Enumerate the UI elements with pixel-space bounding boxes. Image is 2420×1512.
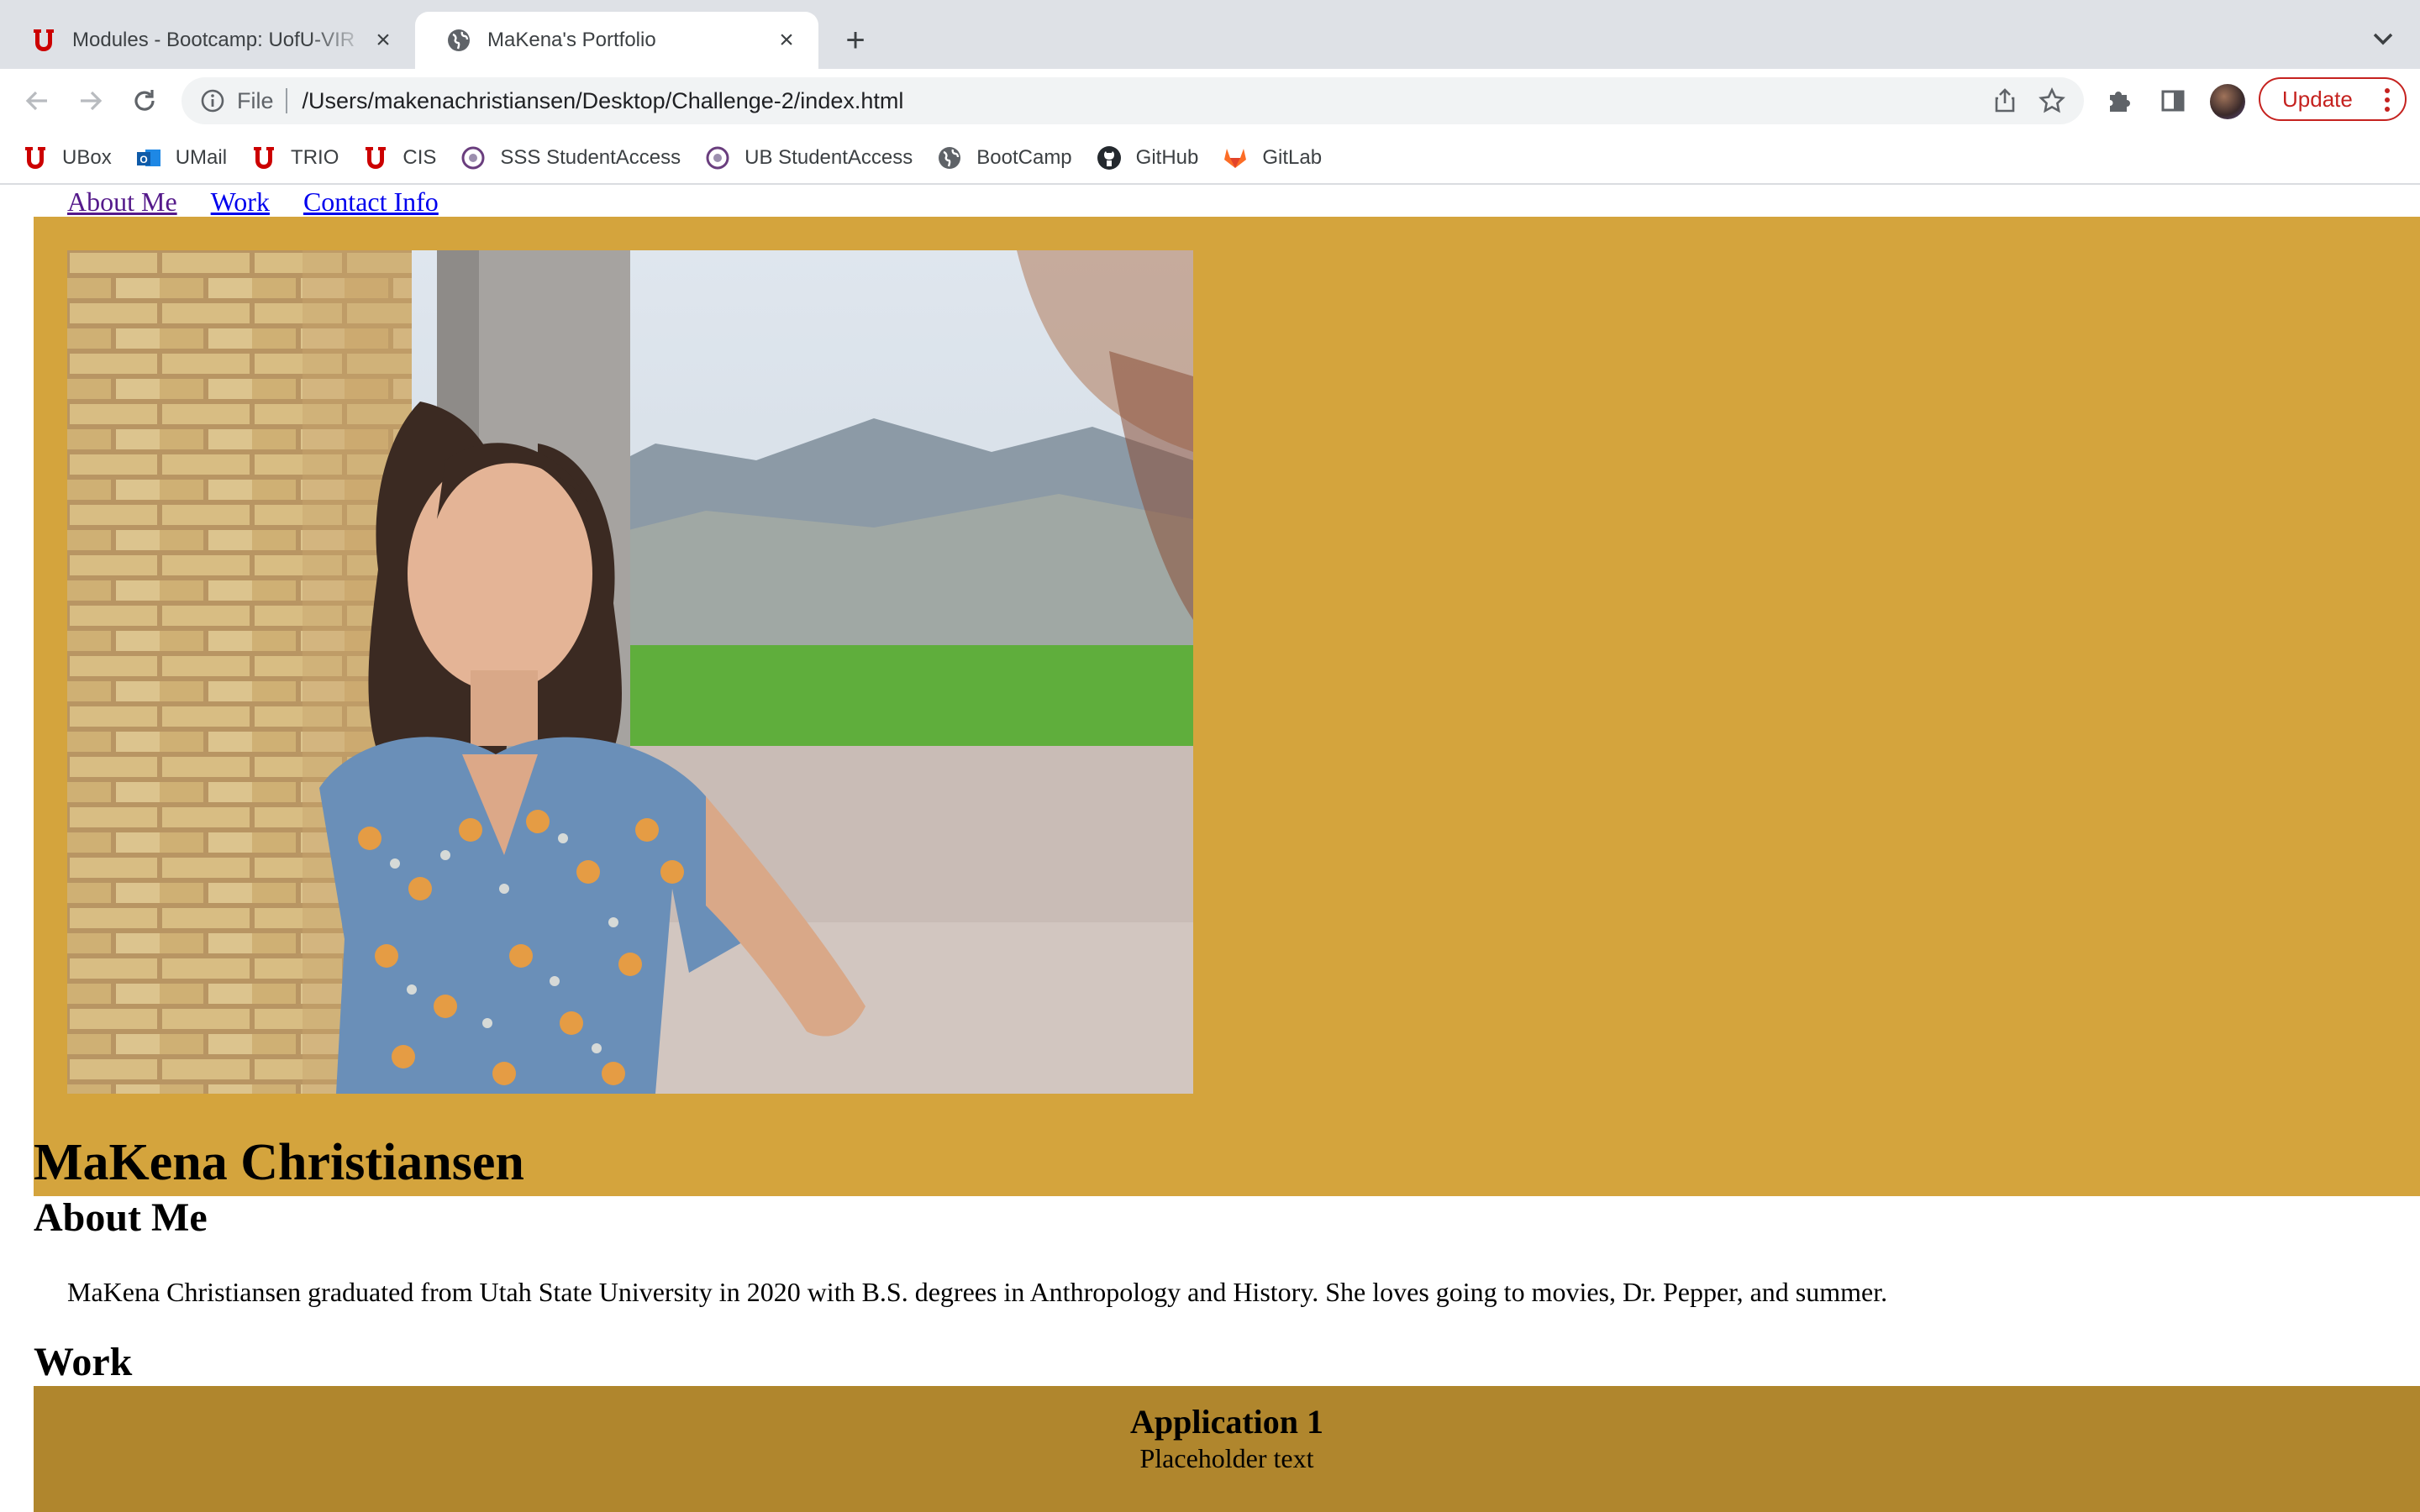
chevron-down-icon[interactable] [2365,20,2402,57]
bookmark-label: UB StudentAccess [744,146,913,169]
forward-arrow-icon [81,91,103,111]
site-nav: About Me Work Contact Info [67,185,439,217]
update-button[interactable]: Update [2259,77,2407,121]
info-icon[interactable] [200,88,225,113]
work-heading: Work [34,1340,133,1384]
bookmark-label: CIS [402,146,437,169]
about-heading: About Me [34,1195,208,1240]
nav-link-contact-info[interactable]: Contact Info [303,185,439,217]
github-icon [1097,146,1121,170]
site-title: MaKena Christiansen [34,1134,524,1191]
hero-header: MaKena Christiansen [34,217,2420,1196]
share-icon[interactable] [1990,86,2020,116]
globe-icon [448,29,470,51]
divider [285,88,287,113]
gitlab-icon [1224,149,1247,168]
profile-avatar[interactable] [2210,84,2245,119]
bookmark-label: SSS StudentAccess [500,146,681,169]
bookmark-label: TRIO [291,146,339,169]
toolbar: File /Users/makenachristiansen/Desktop/C… [0,69,2420,133]
close-icon[interactable]: × [368,25,398,55]
globe-icon [939,147,961,169]
back-arrow-icon [25,91,47,111]
utah-u-icon [25,147,45,169]
tab-title: Modules - Bootcamp: UofU-VIR [72,29,355,51]
more-vert-icon[interactable] [2383,86,2391,114]
bookmark-github[interactable]: GitHub [1096,144,1199,171]
about-paragraph: MaKena Christiansen graduated from Utah … [67,1277,1888,1307]
bookmark-label: UBox [62,146,112,169]
tab-title: MaKena's Portfolio [487,29,656,51]
scheme-label: File [237,87,274,113]
back-button[interactable] [17,81,57,121]
utah-u-icon [254,147,275,169]
bookmark-cis[interactable]: CIS [362,144,436,171]
bookmarks-bar: UBox O UMail TRIO CIS SSS StudentAccess … [0,133,2420,185]
bookmark-label: UMail [175,146,228,169]
studentaccess-icon [461,146,485,170]
work-card-title: Application 1 [1129,1403,1324,1441]
forward-button[interactable] [71,81,111,121]
work-card-text: Placeholder text [1139,1443,1314,1473]
bookmark-ub-studentaccess[interactable]: UB StudentAccess [704,144,913,171]
tab-strip: Modules - Bootcamp: UofU-VIR × MaKena's … [0,0,2420,69]
star-icon[interactable] [2037,86,2067,116]
utah-u-icon [34,29,54,51]
svg-text:O: O [139,154,147,165]
profile-photo [67,250,1193,1094]
bookmark-sss-studentaccess[interactable]: SSS StudentAccess [460,144,681,171]
utah-u-icon [366,147,387,169]
extensions-puzzle-icon[interactable] [2102,84,2136,118]
side-panel-icon[interactable] [2156,84,2190,118]
address-bar[interactable]: File /Users/makenachristiansen/Desktop/C… [182,77,2084,124]
bookmark-label: GitHub [1135,146,1199,169]
url-text[interactable]: /Users/makenachristiansen/Desktop/Challe… [302,88,904,114]
outlook-icon: O [136,150,160,166]
bookmark-umail[interactable]: O UMail [135,144,227,171]
bookmark-bootcamp[interactable]: BootCamp [936,144,1072,171]
tab-modules[interactable]: Modules - Bootcamp: UofU-VIR × [0,12,415,69]
bookmark-ubox[interactable]: UBox [22,144,112,171]
nav-link-work[interactable]: Work [211,185,270,217]
work-card[interactable]: Application 1 Placeholder text [34,1386,2420,1512]
page-content: About Me Work Contact Info MaKena Christ… [0,185,2420,1512]
close-icon[interactable]: × [771,25,802,55]
nav-link-about-me[interactable]: About Me [67,185,177,217]
bookmark-trio[interactable]: TRIO [250,144,339,171]
new-tab-button[interactable]: + [837,18,874,62]
tab-portfolio[interactable]: MaKena's Portfolio × [415,12,818,69]
reload-button[interactable] [124,81,165,121]
studentaccess-icon [706,146,729,170]
bookmark-label: BootCamp [976,146,1072,169]
bookmark-label: GitLab [1262,146,1323,169]
reload-icon [134,90,155,111]
update-label: Update [2282,86,2353,112]
bookmark-gitlab[interactable]: GitLab [1222,144,1322,171]
